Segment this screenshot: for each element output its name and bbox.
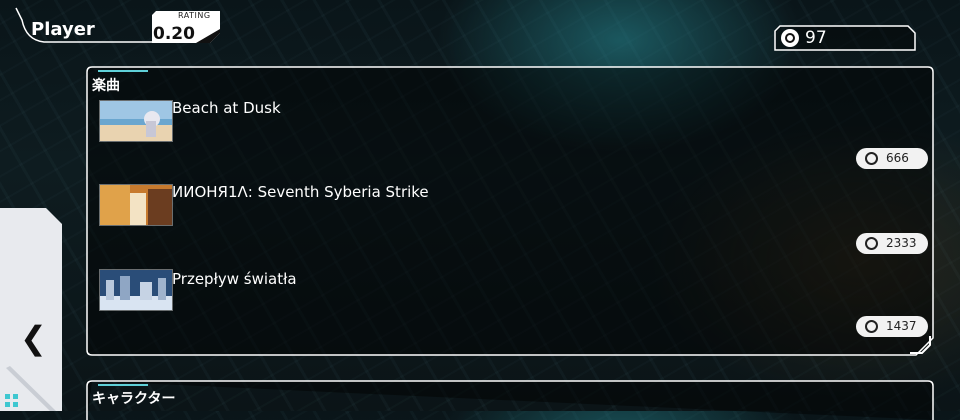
characters-section-title: キャラクター — [92, 391, 176, 407]
back-tab[interactable] — [0, 208, 62, 411]
characters-panel — [86, 380, 934, 420]
song-title[interactable]: ИИОНЯ1Λ: Seventh Syberia Strike — [172, 183, 429, 201]
coin-icon — [865, 152, 878, 165]
city-thumbnail — [100, 270, 172, 310]
song-thumbnail[interactable] — [99, 269, 173, 311]
coin-icon — [865, 320, 878, 333]
beach-thumbnail — [100, 101, 172, 141]
song-title[interactable]: Przepływ światła — [172, 270, 297, 288]
rating-label: RATING — [178, 11, 211, 20]
song-cost: 666 — [886, 151, 909, 165]
song-thumbnail[interactable] — [99, 100, 173, 142]
song-cost: 1437 — [886, 319, 917, 333]
song-title[interactable]: Beach at Dusk — [172, 99, 281, 117]
coin-icon — [781, 29, 799, 47]
grid-icon[interactable] — [4, 393, 20, 409]
songs-section-title: 楽曲 — [92, 78, 120, 94]
song-cost: 2333 — [886, 236, 917, 250]
rating-value: 0.20 — [153, 24, 195, 44]
song-cost-pill[interactable]: 1437 — [856, 316, 928, 337]
song-cost-pill[interactable]: 2333 — [856, 233, 928, 254]
player-name: Player — [31, 19, 95, 40]
coin-icon — [865, 237, 878, 250]
battle-thumbnail — [100, 185, 172, 225]
song-thumbnail[interactable] — [99, 184, 173, 226]
currency-amount: 97 — [805, 28, 827, 48]
chevron-left-icon[interactable]: ❮ — [20, 322, 47, 354]
song-cost-pill[interactable]: 666 — [856, 148, 928, 169]
